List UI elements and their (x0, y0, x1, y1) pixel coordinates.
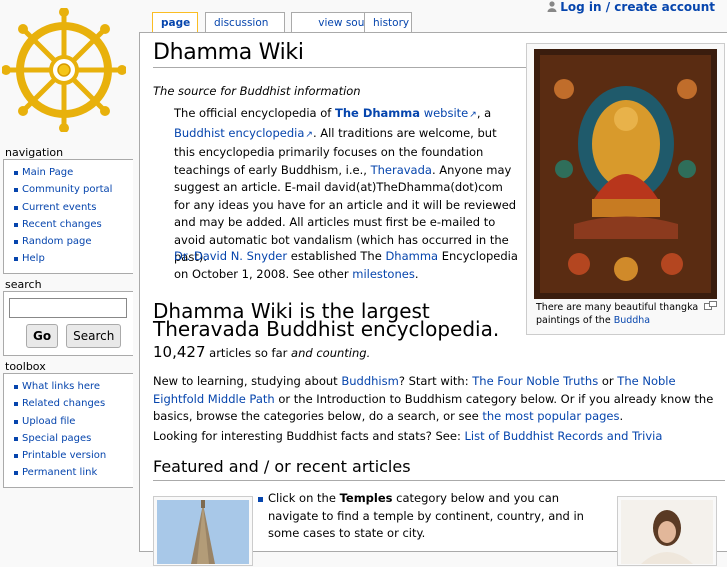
login-link[interactable]: Log in / create account (560, 0, 715, 14)
page-title: Dhamma Wiki (153, 40, 526, 68)
tool-related-changes[interactable]: Related changes (22, 398, 105, 409)
thumb-caption: There are many beautiful thangka paintin… (530, 299, 721, 327)
main-heading: Dhamma Wiki is the largest Theravada Bud… (153, 299, 500, 341)
link-four-noble-truths[interactable]: The Four Noble Truths (472, 374, 598, 388)
search-input[interactable] (9, 298, 127, 318)
tab-history[interactable]: history (364, 12, 412, 33)
person-thumbnail[interactable] (617, 496, 717, 566)
navigation-heading: navigation (5, 146, 64, 159)
search-portlet: search Go Search (3, 278, 133, 356)
nav-community-portal[interactable]: Community portal (22, 184, 112, 195)
link-popular-pages[interactable]: the most popular pages (482, 409, 619, 423)
link-david-snyder[interactable]: Dr. David N. Snyder (174, 249, 287, 263)
search-heading: search (5, 278, 42, 291)
tool-what-links-here[interactable]: What links here (22, 381, 100, 392)
nav-main-page[interactable]: Main Page (22, 167, 73, 178)
toolbox-portlet: toolbox What links here Related changes … (3, 360, 133, 488)
tab-discussion[interactable]: discussion (205, 12, 285, 33)
getting-started-paragraph: New to learning, studying about Buddhism… (153, 374, 714, 423)
search-button[interactable]: Search (66, 324, 122, 348)
link-the-dhamma[interactable]: The Dhamma (335, 106, 420, 120)
founder-paragraph: Dr. David N. Snyder established The Dham… (174, 249, 518, 281)
personal-tools: Log in / create account (547, 0, 715, 14)
featured-heading: Featured and / or recent articles (153, 457, 725, 481)
article-count: 10,427 articles so far and counting. (153, 343, 371, 361)
link-buddhist-encyclopedia[interactable]: Buddhist encyclopedia (174, 126, 313, 140)
temple-image (157, 500, 249, 564)
link-dhamma[interactable]: Dhamma (385, 249, 438, 263)
link-buddhism[interactable]: Buddhism (341, 374, 398, 388)
link-milestones[interactable]: milestones (352, 267, 415, 281)
nav-recent-changes[interactable]: Recent changes (22, 219, 102, 230)
nav-random-page[interactable]: Random page (22, 236, 92, 247)
intro-paragraph: The official encyclopedia of The Dhamma … (174, 105, 518, 267)
nav-help[interactable]: Help (22, 253, 45, 264)
thangka-thumbnail: There are many beautiful thangka paintin… (526, 43, 725, 335)
link-theravada[interactable]: Theravada (371, 163, 432, 177)
link-buddha[interactable]: Buddha (614, 315, 650, 326)
tool-special-pages[interactable]: Special pages (22, 433, 91, 444)
temples-list-item: Click on the Temples category below and … (254, 490, 606, 543)
link-website[interactable]: website (424, 106, 477, 120)
buddha-thangka-image[interactable] (534, 49, 717, 299)
tool-printable-version[interactable]: Printable version (22, 450, 106, 461)
tab-page[interactable]: page (152, 12, 198, 33)
go-button[interactable]: Go (26, 324, 59, 348)
temple-thumbnail[interactable] (153, 496, 253, 566)
user-icon (547, 1, 557, 12)
person-image (621, 500, 713, 564)
tagline: The source for Buddhist information (153, 84, 361, 98)
link-records-trivia[interactable]: List of Buddhist Records and Trivia (464, 429, 662, 443)
toolbox-heading: toolbox (5, 360, 46, 373)
magnify-icon[interactable] (704, 301, 717, 310)
navigation-portlet: navigation Main Page Community portal Cu… (3, 146, 133, 274)
facts-paragraph: Looking for interesting Buddhist facts a… (153, 429, 663, 443)
content-area: Dhamma Wiki The source for Buddhist info… (139, 32, 727, 566)
dharma-wheel-logo[interactable] (1, 7, 127, 133)
nav-current-events[interactable]: Current events (22, 202, 96, 213)
tool-upload-file[interactable]: Upload file (22, 416, 75, 427)
tool-permanent-link[interactable]: Permanent link (22, 467, 97, 478)
